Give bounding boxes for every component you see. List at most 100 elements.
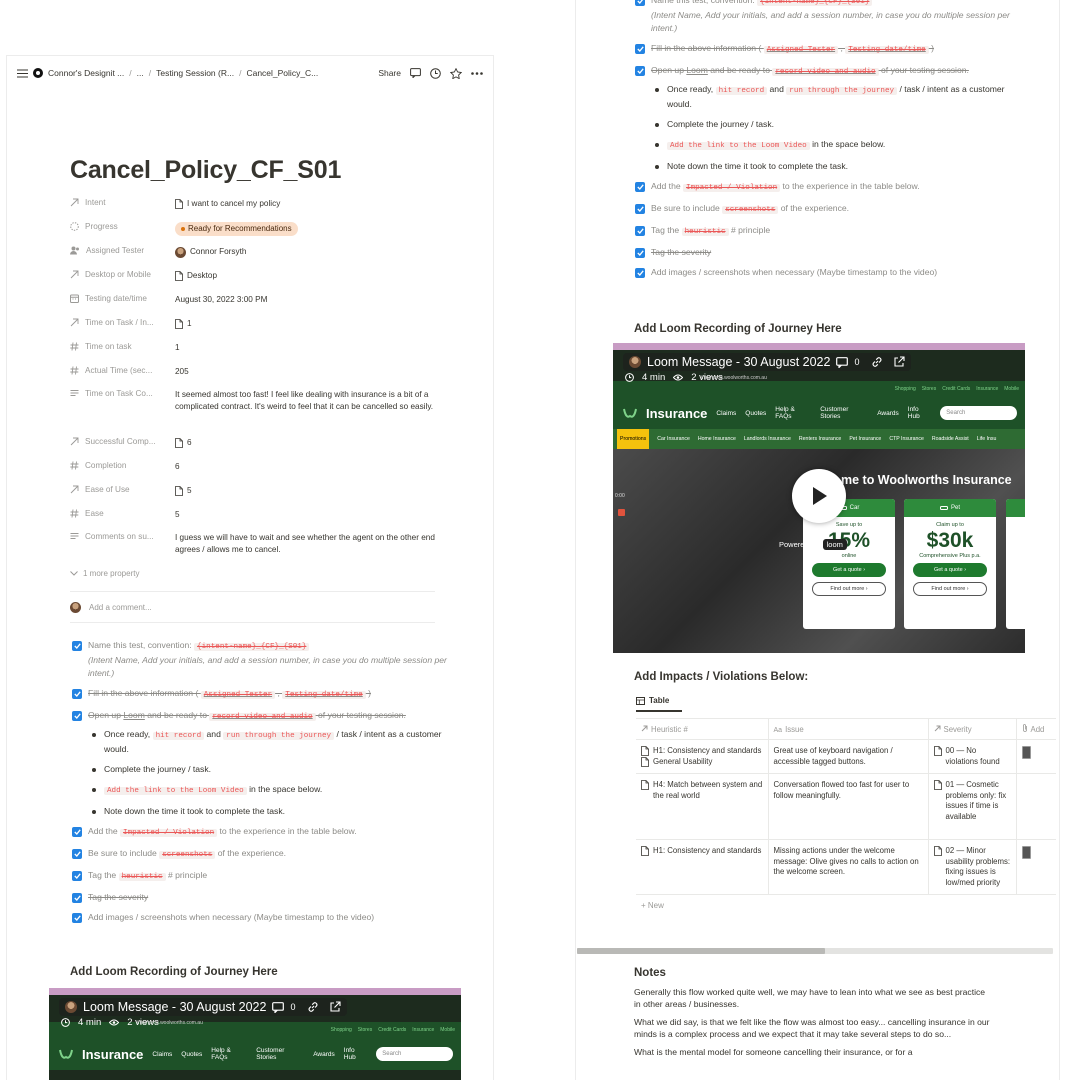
property-key[interactable]: Testing date/time [70, 292, 175, 306]
cell-heuristic[interactable]: H1: Consistency and standards General Usa… [636, 739, 768, 774]
property-key[interactable]: Comments on su... [70, 530, 175, 556]
property-value[interactable]: It seemed almost too fast! I feel like d… [175, 390, 433, 411]
checkbox[interactable] [72, 826, 82, 837]
checkbox[interactable] [635, 267, 645, 278]
property-value[interactable]: 1 [187, 318, 192, 330]
property-row[interactable]: Ease of Use 5 [70, 483, 440, 500]
property-key[interactable]: Successful Comp... [70, 435, 175, 452]
relation-link[interactable]: H4: Match between system and the real wo… [641, 780, 763, 801]
cell-heuristic[interactable]: H4: Match between system and the real wo… [636, 773, 768, 840]
property-key[interactable]: Desktop or Mobile [70, 268, 175, 285]
relation-link[interactable]: 01 — Cosmetic problems only: fix issues … [933, 780, 1011, 822]
horizontal-scrollbar[interactable] [577, 948, 1053, 954]
property-row[interactable]: Intent I want to cancel my policy [70, 196, 440, 213]
add-comment-placeholder[interactable]: Add a comment... [89, 603, 152, 612]
property-row[interactable]: Time on Task Co... It seemed almost too f… [70, 387, 440, 413]
property-value[interactable]: 205 [175, 367, 189, 376]
status-badge[interactable]: Ready for Recommendations [175, 222, 298, 236]
relation-link[interactable]: H1: Consistency and standards [641, 846, 763, 857]
checkbox[interactable] [635, 247, 645, 258]
breadcrumb-session[interactable]: Testing Session (R... [156, 68, 234, 78]
external-link-icon[interactable] [893, 356, 906, 368]
loom-video-embed[interactable]: Shopping Stores Credit Cards Insurance Mobil… [49, 988, 461, 1080]
property-row[interactable]: Time on task 1 [70, 340, 440, 354]
external-link-icon[interactable] [329, 1001, 342, 1013]
property-row[interactable]: Completion 6 [70, 459, 440, 473]
relation-link[interactable]: General Usability [641, 757, 763, 768]
table-row[interactable]: H4: Match between system and the real wo… [636, 773, 1056, 840]
comment-icon[interactable] [836, 356, 849, 368]
cell-issue[interactable]: Conversation flowed too fast for user to… [767, 773, 928, 840]
menu-icon[interactable] [17, 68, 28, 78]
checkbox[interactable] [72, 688, 82, 699]
star-icon[interactable] [450, 67, 462, 79]
property-row[interactable]: Progress Ready for Recommendations [70, 220, 440, 236]
checkbox[interactable] [72, 912, 82, 923]
property-row[interactable]: Desktop or Mobile Desktop [70, 268, 440, 285]
screenshot-thumbnail[interactable] [1021, 746, 1031, 759]
property-key[interactable]: Time on Task Co... [70, 387, 175, 413]
cell-issue[interactable]: Great use of keyboard navigation / acces… [767, 739, 928, 774]
cell-add[interactable] [1015, 773, 1056, 840]
checkbox[interactable] [635, 225, 645, 236]
more-properties-toggle[interactable]: 1 more property [70, 569, 139, 578]
cell-add[interactable] [1015, 739, 1056, 774]
notes-paragraph[interactable]: What we did say, is that we felt like th… [634, 1016, 994, 1041]
checkbox[interactable] [635, 65, 645, 76]
column-header-heuristic[interactable]: Heuristic # [636, 718, 768, 740]
breadcrumb-workspace[interactable]: Connor's Designit ... [48, 68, 124, 78]
link-icon[interactable] [307, 1001, 319, 1013]
new-row-button[interactable]: + New [636, 895, 1056, 916]
property-key[interactable]: Time on Task / In... [70, 316, 175, 333]
property-key[interactable]: Actual Time (sec... [70, 364, 175, 378]
property-value[interactable]: 6 [187, 437, 192, 449]
property-value[interactable]: Desktop [187, 270, 217, 282]
checkbox[interactable] [72, 640, 82, 651]
property-value[interactable]: I want to cancel my policy [187, 198, 280, 210]
property-key[interactable]: Ease of Use [70, 483, 175, 500]
column-header-issue[interactable]: Aa Issue [767, 718, 928, 740]
checkbox[interactable] [72, 892, 82, 903]
cell-severity[interactable]: 02 — Minor usability problems: fixing is… [927, 839, 1016, 895]
page-title[interactable]: Cancel_Policy_CF_S01 [70, 156, 341, 185]
cell-add[interactable] [1015, 839, 1056, 895]
add-comment[interactable]: Add a comment... [70, 602, 152, 613]
checkbox[interactable] [635, 0, 645, 6]
property-row[interactable]: Time on Task / In... 1 [70, 316, 440, 333]
property-value[interactable]: 1 [175, 343, 180, 352]
cell-heuristic[interactable]: H1: Consistency and standards [636, 839, 768, 895]
checkbox[interactable] [635, 181, 645, 192]
table-row[interactable]: H1: Consistency and standards General Usa… [636, 739, 1056, 774]
breadcrumb-page[interactable]: Cancel_Policy_C... [246, 68, 318, 78]
cell-severity[interactable]: 00 — No violations found [927, 739, 1016, 774]
property-value[interactable]: August 30, 2022 3:00 PM [175, 295, 267, 304]
clock-icon[interactable] [430, 67, 441, 79]
property-key[interactable]: Assigned Tester [70, 244, 175, 262]
scrollbar-thumb[interactable] [577, 948, 825, 954]
breadcrumb-ellipsis[interactable]: ... [137, 68, 144, 78]
checkbox[interactable] [72, 848, 82, 859]
property-row[interactable]: Ease 5 [70, 507, 440, 521]
property-key[interactable]: Progress [70, 220, 175, 236]
property-key[interactable]: Completion [70, 459, 175, 473]
property-row[interactable]: Actual Time (sec... 205 [70, 364, 440, 378]
property-key[interactable]: Time on task [70, 340, 175, 354]
notes-paragraph[interactable]: Generally this flow worked quite well, w… [634, 986, 994, 1011]
property-value[interactable]: I guess we will have to wait and see whe… [175, 533, 435, 554]
checkbox[interactable] [72, 710, 82, 721]
tab-table[interactable]: Table [636, 696, 682, 712]
property-value[interactable]: 5 [187, 485, 192, 497]
relation-link[interactable]: 02 — Minor usability problems: fixing is… [933, 846, 1011, 888]
video-title[interactable]: Loom Message - 30 August 2022 [647, 355, 830, 369]
column-header-severity[interactable]: Severity [927, 718, 1016, 740]
notes-paragraph[interactable]: What is the mental model for someone can… [634, 1046, 994, 1059]
property-key[interactable]: Intent [70, 196, 175, 213]
cell-severity[interactable]: 01 — Cosmetic problems only: fix issues … [927, 773, 1016, 840]
comment-icon[interactable] [410, 68, 421, 78]
property-value[interactable]: Connor Forsyth [190, 246, 246, 258]
relation-link[interactable]: H1: Consistency and standards [641, 746, 763, 757]
property-row[interactable]: Comments on su... I guess we will have to… [70, 530, 440, 556]
video-title[interactable]: Loom Message - 30 August 2022 [83, 1000, 266, 1014]
link-icon[interactable] [871, 356, 883, 368]
loom-link[interactable]: Loom [123, 710, 145, 720]
